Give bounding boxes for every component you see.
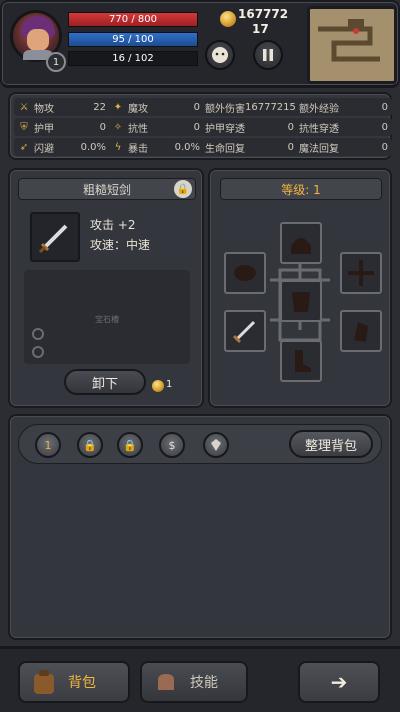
stat-resist-pen: 抗性穿透 0 [296, 118, 392, 136]
stat-mp-regen: 魔法回复 0 [296, 138, 392, 156]
minimap[interactable] [307, 6, 397, 84]
gem-icon [211, 439, 221, 451]
locked-slot-2[interactable]: 🔒 [117, 432, 143, 458]
item-attack-stat: 攻击 +2 [90, 218, 136, 232]
necklace-icon [234, 265, 256, 281]
gold-coin-icon [220, 11, 236, 27]
stat-extra-damage: 额外伤害 16777215 [202, 98, 298, 116]
accessory-slot[interactable] [340, 252, 382, 294]
equipment-slots-panel: 等级: 1 [208, 168, 392, 408]
stats-panel: ⚔ 物攻 22 ✦ 魔攻 0 额外伤害 16777215 额外经验 0 ⛨ 护甲 0 ✧ … [8, 92, 392, 160]
fist-icon [158, 674, 174, 690]
unequip-button[interactable]: 卸下 [64, 369, 146, 395]
top-bar: 1 770 / 800 95 / 100 16 / 102 167772 17 [0, 0, 400, 88]
exp-bar: 16 / 102 [68, 51, 198, 66]
resist-icon: ✧ [113, 121, 123, 133]
stat-resist: ✧ 抗性 0 [108, 118, 204, 136]
lock-icon: 🔒 [123, 438, 137, 452]
pause-button[interactable] [253, 40, 283, 70]
sell-price: 1 [166, 379, 173, 390]
gem-value: 17 [252, 22, 269, 36]
stat-hp-regen: 生命回复 0 [202, 138, 298, 156]
gem-socket-label: 宝石槽 [95, 315, 119, 324]
item-speed-stat: 攻速：中速 [90, 238, 151, 252]
stat-magic-attack: ✦ 魔攻 0 [108, 98, 204, 116]
gloves-slot[interactable] [340, 310, 382, 352]
emote-button[interactable] [205, 40, 235, 70]
tab-skill[interactable]: 技能 [140, 661, 248, 703]
gold-coin-icon [152, 380, 164, 392]
stat-armor: ⛨ 护甲 0 [14, 118, 110, 136]
lock-icon: 🔒 [83, 438, 97, 452]
gem-socket-2[interactable] [32, 346, 44, 358]
necklace-slot[interactable] [224, 252, 266, 294]
stat-dodge: ➶ 闪避 0.0% [14, 138, 110, 156]
crit-icon: ϟ [114, 141, 122, 153]
helmet-slot[interactable] [280, 222, 322, 264]
gem-filter-button[interactable] [203, 432, 229, 458]
helmet-icon [291, 238, 311, 254]
arrow-right-icon: ➔ [330, 670, 348, 694]
boots-icon [295, 350, 311, 372]
currency-filter-button[interactable]: $ [159, 432, 185, 458]
stat-extra-exp: 额外经验 0 [296, 98, 392, 116]
stat-physical-attack: ⚔ 物攻 22 [14, 98, 110, 116]
gem-socket-area: 宝石槽 [24, 270, 190, 364]
next-button[interactable]: ➔ [298, 661, 380, 703]
bag-toolbar: 1 🔒 🔒 $ 整理背包 [18, 424, 382, 464]
player-level-badge: 1 [46, 52, 66, 72]
tab-bag-label: 背包 [68, 675, 96, 691]
hp-bar: 770 / 800 [68, 12, 198, 27]
gloves-icon [354, 322, 368, 342]
armor-icon: ⛨ [20, 121, 28, 133]
stat-crit: ϟ 暴击 0.0% [108, 138, 204, 156]
item-name: 粗糙短剑 [18, 178, 196, 200]
mp-bar: 95 / 100 [68, 32, 198, 47]
weapon-slot[interactable] [224, 310, 266, 352]
item-slot[interactable] [30, 212, 80, 262]
bag-panel: 1 🔒 🔒 $ 整理背包 [8, 414, 392, 640]
short-sword-icon [38, 224, 68, 254]
armor-slot[interactable] [280, 280, 322, 322]
tab-bag[interactable]: 背包 [18, 661, 130, 703]
sort-bag-button[interactable]: 整理背包 [289, 430, 373, 458]
short-sword-icon [232, 320, 256, 344]
sword-icon: ⚔ [19, 101, 29, 113]
boots-slot[interactable] [280, 340, 322, 382]
gem-socket-1[interactable] [32, 328, 44, 340]
gold-value: 167772 [238, 7, 289, 21]
backpack-icon [34, 670, 54, 694]
tab-skill-label: 技能 [190, 675, 218, 691]
cross-ornament-icon [348, 260, 374, 286]
pause-icon [263, 49, 273, 61]
stat-armor-pen: 护甲穿透 0 [202, 118, 298, 136]
face-icon [212, 47, 228, 63]
item-detail-panel: 粗糙短剑 🔒 攻击 +2 攻速：中速 宝石槽 卸下 1 [8, 168, 204, 408]
locked-slot-1[interactable]: 🔒 [77, 432, 103, 458]
dodge-icon: ➶ [19, 141, 29, 153]
armor-icon [292, 292, 310, 312]
lock-icon[interactable]: 🔒 [174, 180, 192, 198]
minimap-map-icon [318, 19, 380, 62]
bottom-navigation: 背包 技能 ➔ [0, 646, 400, 712]
bag-page-button[interactable]: 1 [35, 432, 61, 458]
magic-icon: ✦ [113, 101, 123, 113]
